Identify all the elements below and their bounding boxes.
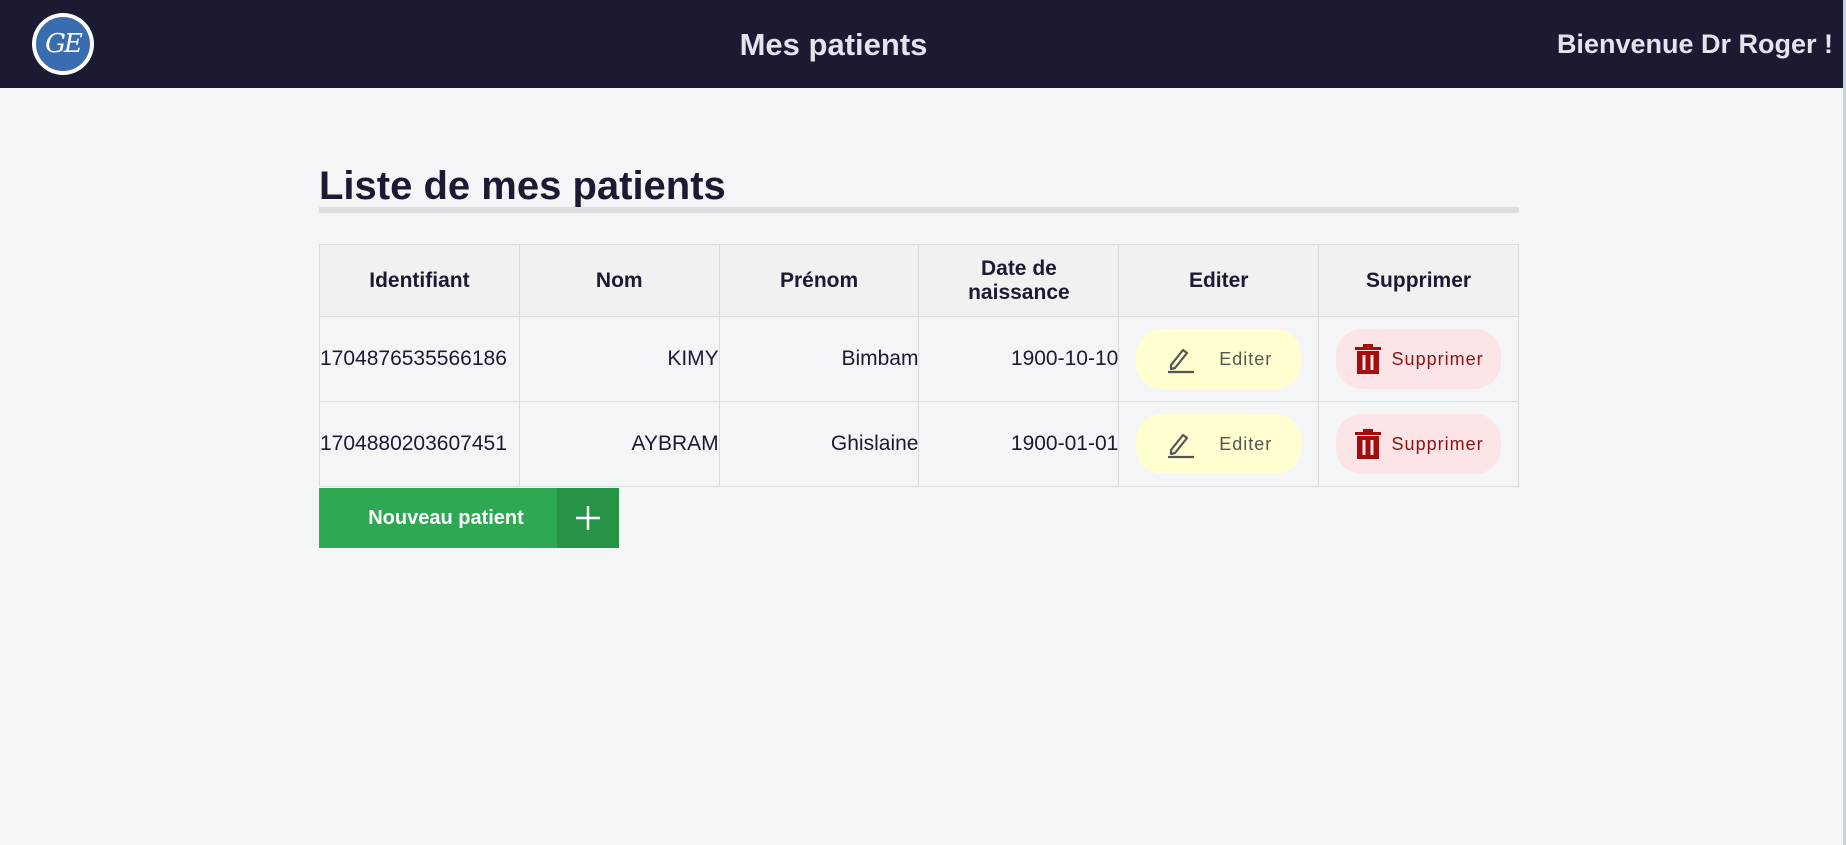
delete-button-label: Supprimer <box>1391 433 1484 454</box>
new-patient-button[interactable]: Nouveau patient <box>319 488 619 548</box>
page-title: Mes patients <box>739 27 928 62</box>
patients-table: Identifiant Nom Prénom Date de naissance… <box>319 244 1519 487</box>
cell-prenom: Bimbam <box>718 316 920 402</box>
top-navbar: GE Mes patients Bienvenue Dr Roger ! <box>0 0 1843 88</box>
cell-edit: Editer <box>1118 316 1320 402</box>
edit-button-label: Editer <box>1219 348 1273 369</box>
cell-edit: Editer <box>1118 401 1320 487</box>
delete-button-label: Supprimer <box>1391 348 1484 369</box>
cell-nom: KIMY <box>518 316 720 402</box>
column-header-nom: Nom <box>518 244 720 317</box>
cell-prenom: Ghislaine <box>718 401 920 487</box>
column-header-date-naissance: Date de naissance <box>918 244 1120 317</box>
heading-divider <box>319 207 1519 213</box>
cell-identifiant: 1704876535566186 <box>319 316 520 402</box>
edit-button[interactable]: Editer <box>1136 329 1302 389</box>
table-header-row: Identifiant Nom Prénom Date de naissance… <box>319 244 1519 317</box>
cell-date-naissance: 1900-10-10 <box>918 316 1120 402</box>
new-patient-label: Nouveau patient <box>368 507 524 529</box>
edit-button-label: Editer <box>1219 433 1273 454</box>
cell-nom: AYBRAM <box>518 401 720 487</box>
pencil-icon <box>1165 344 1195 374</box>
trash-icon <box>1354 343 1382 375</box>
table-row: 1704880203607451 AYBRAM Ghislaine 1900-0… <box>319 401 1519 487</box>
column-header-supprimer: Supprimer <box>1318 244 1519 317</box>
edit-button[interactable]: Editer <box>1136 414 1302 474</box>
plus-icon <box>557 488 619 548</box>
column-header-identifiant: Identifiant <box>319 244 520 317</box>
cell-date-naissance: 1900-01-01 <box>918 401 1120 487</box>
delete-button[interactable]: Supprimer <box>1336 414 1502 474</box>
cell-delete: Supprimer <box>1318 316 1519 402</box>
table-row: 1704876535566186 KIMY Bimbam 1900-10-10 … <box>319 316 1519 402</box>
column-header-editer: Editer <box>1118 244 1320 317</box>
column-header-date-label: Date de naissance <box>968 256 1070 304</box>
welcome-message: Bienvenue Dr Roger ! <box>1556 29 1833 59</box>
column-header-prenom: Prénom <box>718 244 920 317</box>
pencil-icon <box>1165 429 1195 459</box>
trash-icon <box>1354 428 1382 460</box>
delete-button[interactable]: Supprimer <box>1336 329 1502 389</box>
app-viewport: GE Mes patients Bienvenue Dr Roger ! Lis… <box>0 0 1843 845</box>
section-heading: Liste de mes patients <box>319 164 726 208</box>
cell-identifiant: 1704880203607451 <box>319 401 520 487</box>
cell-delete: Supprimer <box>1318 401 1519 487</box>
